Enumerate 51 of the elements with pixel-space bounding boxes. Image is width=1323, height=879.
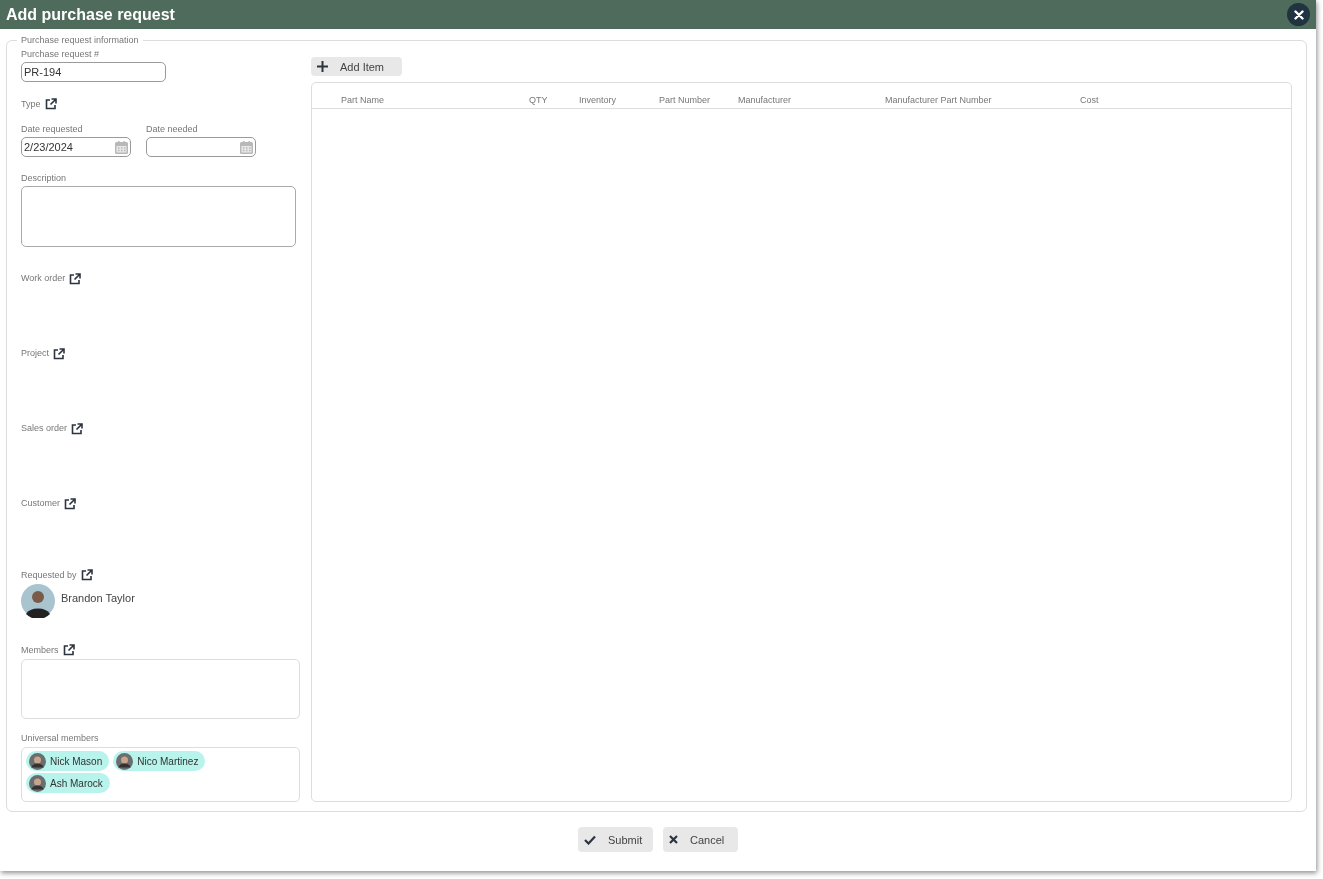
universal-members-field[interactable]: Nick Mason Nico Martinez Ash Marock [21, 747, 300, 802]
person-name: Brandon Taylor [61, 592, 135, 604]
column-header[interactable]: Inventory [579, 95, 659, 108]
add-item-button[interactable]: Add Item [311, 57, 402, 76]
column-header[interactable]: QTY [529, 95, 579, 108]
external-link-icon[interactable] [80, 569, 93, 581]
cancel-button[interactable]: Cancel [663, 827, 738, 852]
field-label: Sales order [21, 423, 68, 433]
field-label: Description [21, 173, 68, 183]
external-link-icon[interactable] [53, 348, 65, 360]
section-legend: Purchase request information [17, 35, 143, 45]
members-field[interactable] [21, 659, 300, 719]
request-number-field[interactable]: PR-194 [21, 62, 166, 82]
column-header[interactable]: Manufacturer Part Number [885, 95, 1080, 108]
date-requested-field[interactable]: 2/23/2024 [21, 137, 131, 157]
close-button[interactable] [1287, 3, 1310, 26]
field-label: Date requested [21, 124, 84, 134]
description-field[interactable] [21, 186, 296, 247]
window-title: Add purchase request [6, 5, 175, 24]
member-chip[interactable]: Ash Marock [26, 773, 110, 793]
date-needed-field[interactable] [146, 137, 256, 157]
close-icon [1293, 9, 1304, 20]
avatar-icon [29, 774, 46, 792]
field-label: Purchase request # [21, 49, 101, 59]
external-link-icon[interactable] [62, 644, 75, 656]
field-label: Work order [21, 273, 66, 283]
checkmark-icon [584, 834, 596, 845]
field-label: Type [21, 99, 41, 109]
field-label: Customer [21, 498, 60, 508]
field-label: Date needed [146, 124, 199, 134]
date-value: 2/23/2024 [24, 141, 73, 153]
plus-icon [317, 61, 328, 72]
field-label: Members [21, 645, 59, 655]
external-link-icon[interactable] [44, 98, 57, 110]
member-chip[interactable]: Nico Martinez [113, 751, 206, 771]
field-label: Requested by [21, 570, 77, 580]
field-label: Project [21, 348, 49, 358]
field-label: Universal members [21, 733, 100, 743]
column-header[interactable]: Part Number [659, 95, 738, 108]
column-header[interactable]: Part Name [341, 95, 529, 108]
external-link-icon[interactable] [69, 273, 82, 285]
close-icon [669, 835, 678, 844]
external-link-icon[interactable] [71, 423, 84, 435]
external-link-icon[interactable] [64, 498, 76, 510]
member-chip[interactable]: Nick Mason [26, 751, 110, 771]
avatar-icon [116, 752, 134, 770]
avatar-icon [29, 752, 46, 770]
column-header[interactable]: Cost [1080, 95, 1291, 108]
avatar-icon [21, 584, 55, 618]
column-header[interactable]: Manufacturer [738, 95, 885, 108]
submit-button[interactable]: Submit [578, 827, 653, 852]
